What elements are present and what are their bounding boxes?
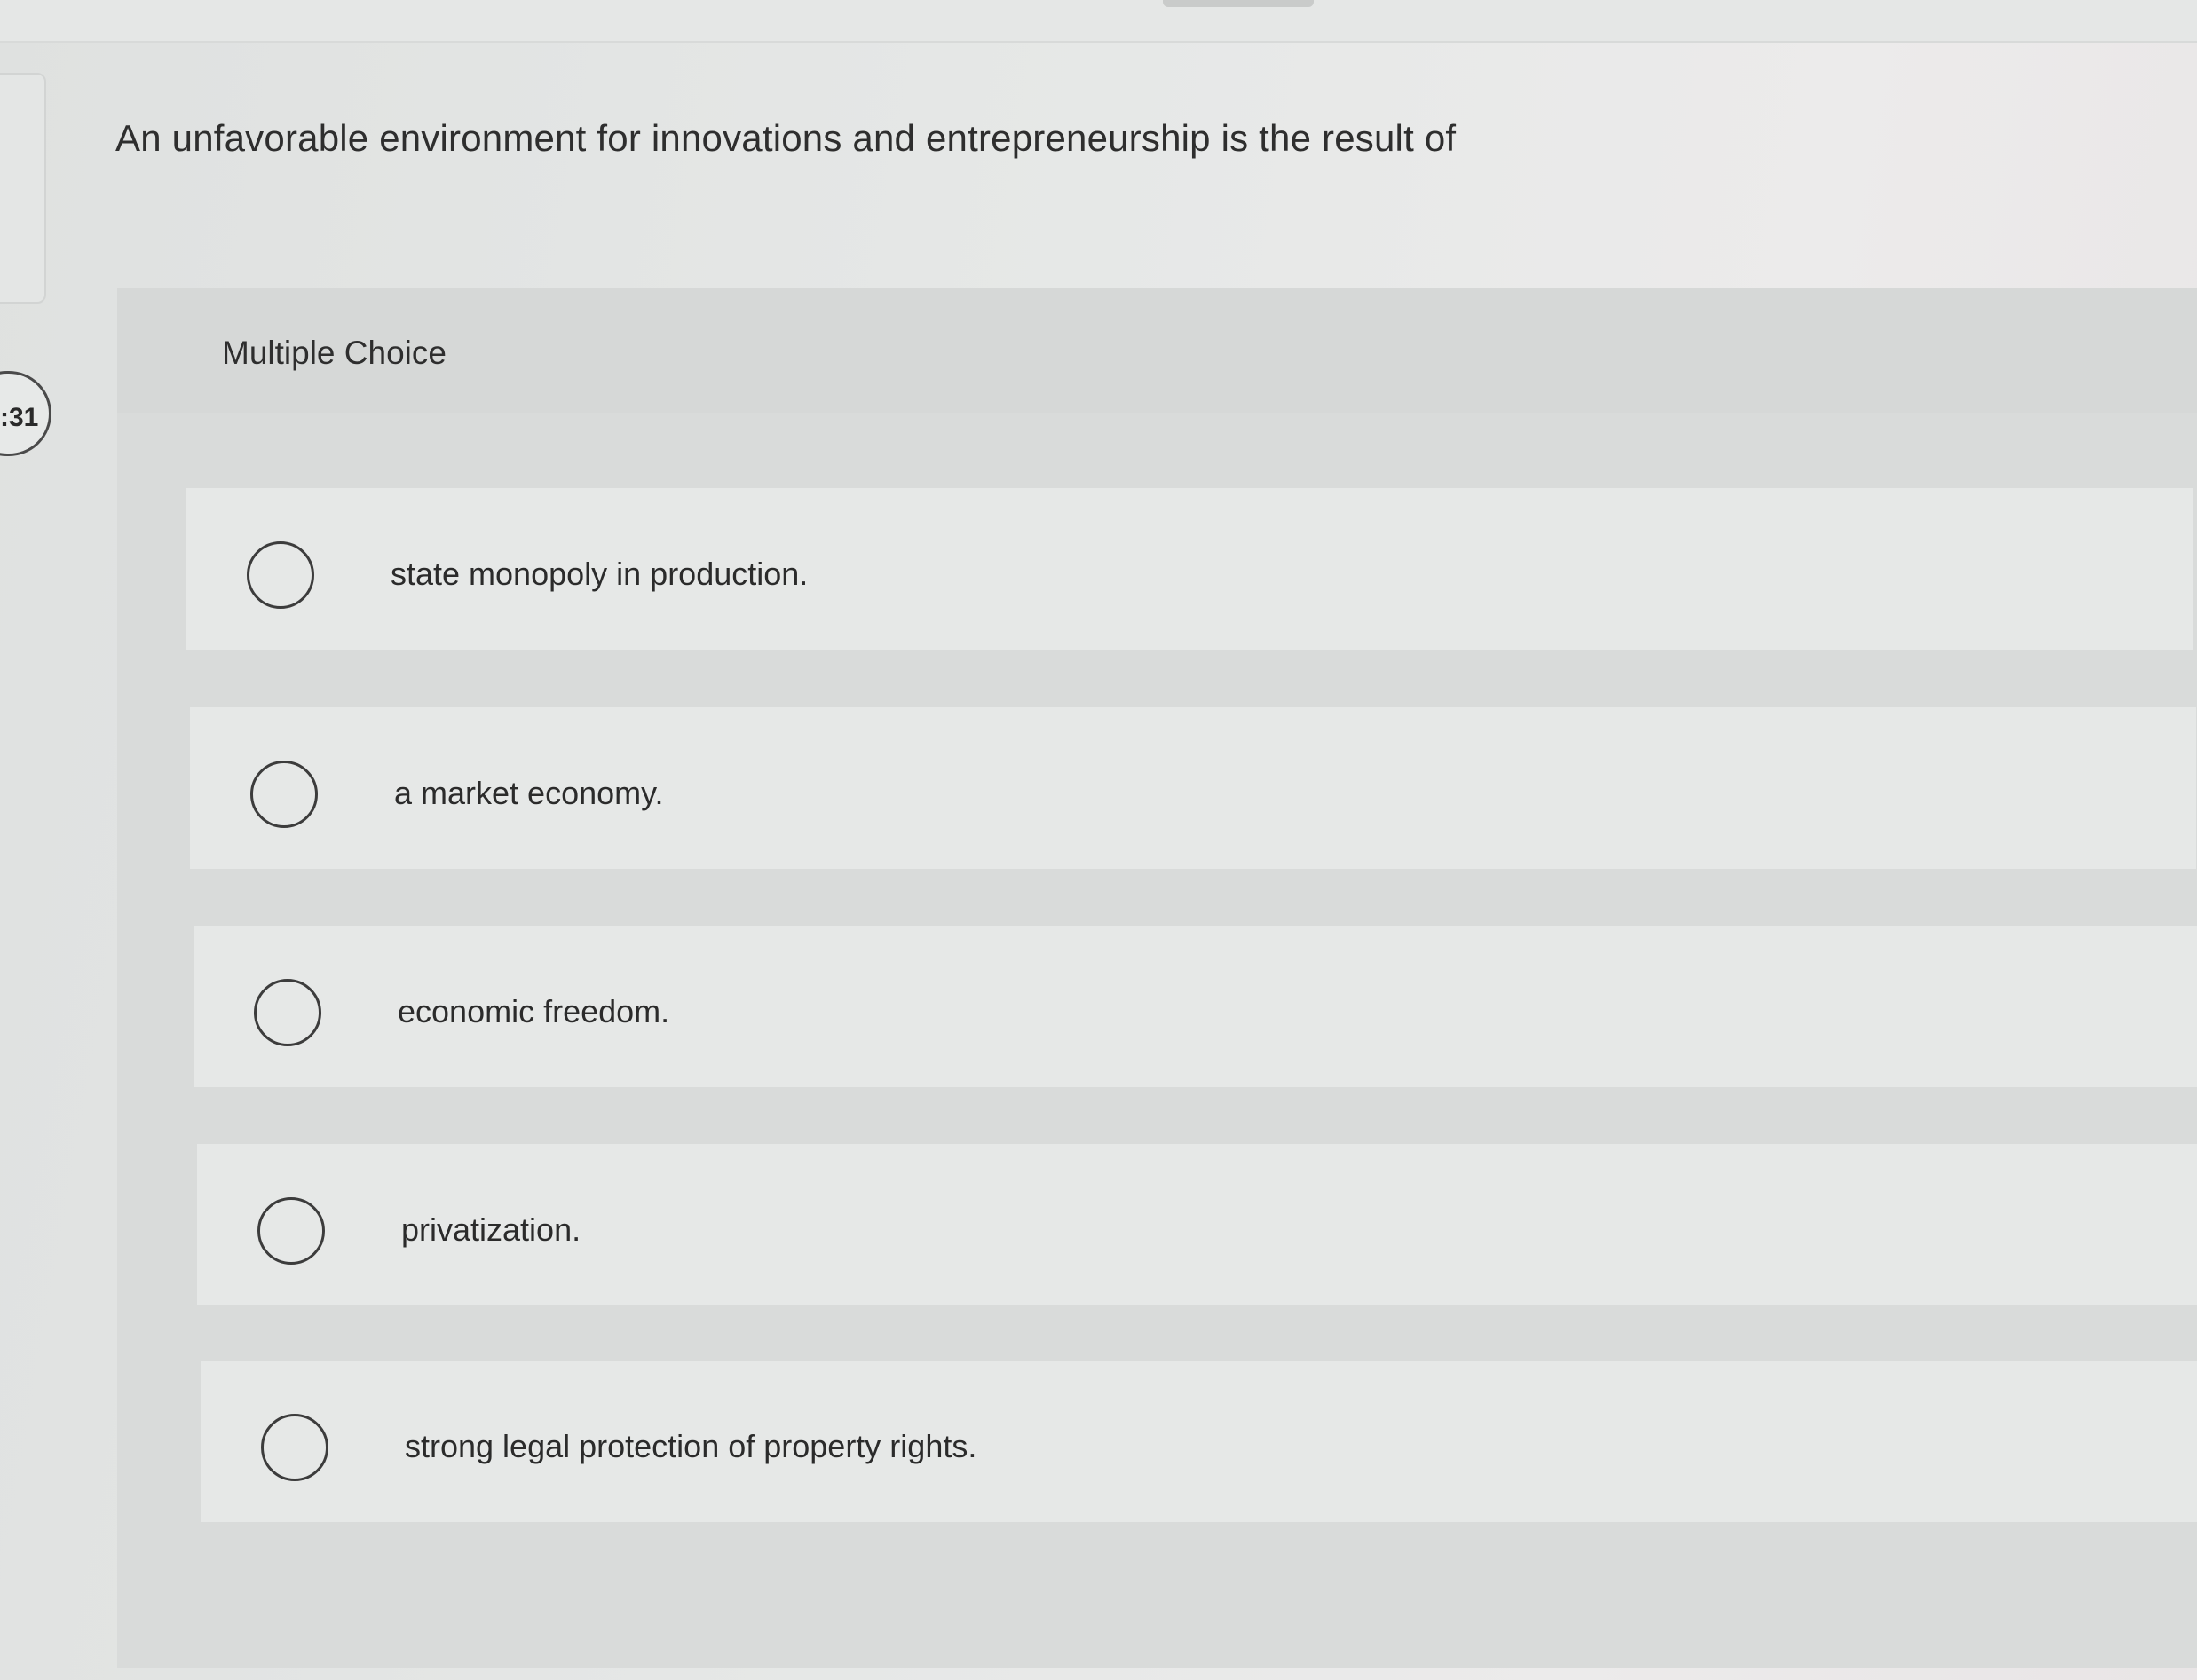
answer-option-label: strong legal protection of property righ… xyxy=(405,1428,977,1464)
timer-text: :31 xyxy=(0,403,39,432)
answer-option-label: state monopoly in production. xyxy=(391,556,809,592)
radio-button-icon[interactable] xyxy=(247,541,314,609)
radio-button-icon[interactable] xyxy=(250,761,318,828)
multiple-choice-header: Multiple Choice xyxy=(117,288,2197,413)
quiz-page: :31 An unfavorable environment for innov… xyxy=(0,0,2197,1680)
top-tab-indicator[interactable] xyxy=(1163,0,1314,7)
answer-option-3[interactable]: economic freedom. xyxy=(194,926,2197,1087)
radio-button-icon[interactable] xyxy=(257,1197,325,1265)
side-navigation-card[interactable] xyxy=(0,73,46,304)
answer-option-2[interactable]: a market economy. xyxy=(190,707,2196,869)
answer-option-label: privatization. xyxy=(401,1211,581,1248)
answer-option-label: a market economy. xyxy=(394,775,664,811)
answer-option-5[interactable]: strong legal protection of property righ… xyxy=(201,1361,2197,1522)
radio-button-icon[interactable] xyxy=(254,979,321,1046)
question-prompt: An unfavorable environment for innovatio… xyxy=(115,117,1457,159)
answer-option-label: economic freedom. xyxy=(398,993,670,1029)
multiple-choice-label: Multiple Choice xyxy=(222,335,447,371)
top-bar xyxy=(0,0,2197,43)
answer-option-1[interactable]: state monopoly in production. xyxy=(186,488,2193,650)
answer-option-4[interactable]: privatization. xyxy=(197,1144,2197,1305)
radio-button-icon[interactable] xyxy=(261,1414,328,1481)
multiple-choice-panel: Multiple Choice state monopoly in produc… xyxy=(117,288,2197,1668)
